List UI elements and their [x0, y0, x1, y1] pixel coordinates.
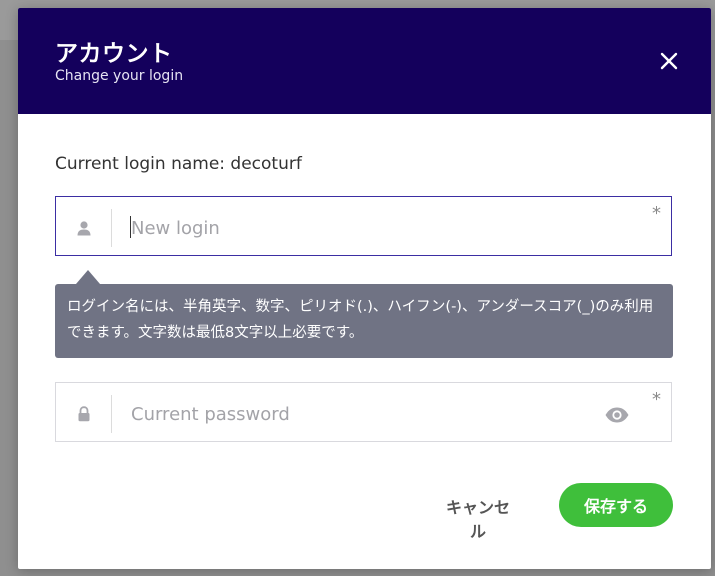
- dialog-header: アカウント Change your login: [18, 8, 711, 114]
- current-login-label: Current login name: decoturf: [55, 154, 302, 174]
- password-icon-box: [56, 395, 112, 433]
- eye-icon: [605, 407, 629, 423]
- dialog-title: アカウント: [55, 41, 173, 67]
- save-button[interactable]: 保存する: [559, 483, 673, 527]
- show-password-toggle[interactable]: [604, 405, 630, 425]
- user-icon: [77, 221, 90, 236]
- current-password-field[interactable]: *: [55, 382, 672, 442]
- required-mark: *: [652, 389, 661, 410]
- dialog-subtitle: Change your login: [55, 68, 184, 84]
- account-dialog: アカウント Change your login Current login na…: [18, 8, 711, 569]
- new-login-field[interactable]: *: [55, 196, 672, 256]
- login-rules-tooltip: ログイン名には、半角英字、数字、ピリオド(.)、ハイフン(-)、アンダースコア(…: [55, 284, 673, 358]
- close-icon: [660, 52, 678, 70]
- current-password-input[interactable]: [131, 399, 601, 429]
- cancel-button[interactable]: キャンセル: [433, 493, 523, 541]
- close-button[interactable]: [654, 46, 684, 76]
- lock-icon: [78, 406, 89, 422]
- new-login-input[interactable]: [131, 213, 601, 243]
- required-mark: *: [652, 203, 661, 224]
- hint-tooltip-arrow: [76, 270, 100, 284]
- new-login-icon-box: [56, 209, 112, 247]
